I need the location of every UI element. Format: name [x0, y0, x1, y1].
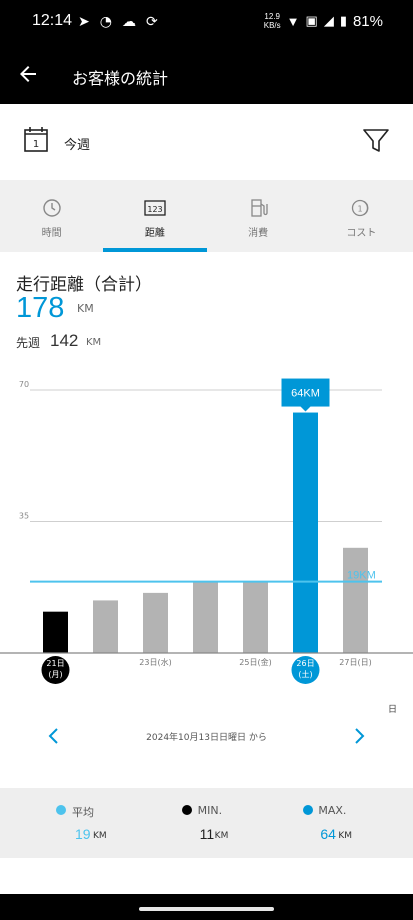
- chart-bar: [143, 592, 168, 653]
- chart-bar: [43, 611, 68, 653]
- network-speed: 12.9 KB/s: [264, 12, 281, 30]
- max-tooltip-pointer: [300, 406, 311, 412]
- volte-icon: ▣: [305, 13, 318, 28]
- total-distance-value: 178: [16, 292, 65, 324]
- speedometer-icon: ◔: [99, 14, 112, 30]
- tab-consumption-label: 消費: [248, 228, 269, 239]
- navigation-icon: ➤: [78, 14, 90, 30]
- stats-summary: 平均 19 KM MIN. 11 KM MAX. 64 KM: [0, 788, 413, 858]
- wifi-icon: ▼: [286, 13, 300, 29]
- battery-percent: 81%: [352, 12, 383, 30]
- page-title: お客様の統計: [72, 69, 169, 88]
- last-week-unit: KM: [86, 337, 102, 348]
- stat-average-unit: KM: [93, 831, 107, 841]
- home-gesture-handle[interactable]: [139, 907, 274, 911]
- status-bar: 12:14 ➤ ◔ ☁ ⟳ 12.9 KB/s ▼ ▣ ◢ ▮ 81%: [0, 0, 413, 46]
- calendar-day: 1: [33, 139, 39, 150]
- filter-icon[interactable]: [363, 128, 389, 154]
- chevron-right-icon[interactable]: [347, 724, 371, 748]
- distance-bar-chart: 70 35 21日 (月) 23日(水) 25日(金) 26日 (土) 27日(日) 19KM 64…: [0, 374, 413, 694]
- tab-time[interactable]: 時間: [0, 180, 103, 252]
- total-distance-unit: KM: [77, 302, 94, 315]
- tab-cost-label: コスト: [346, 228, 377, 239]
- stat-average: 平均 19 KM: [0, 788, 138, 858]
- network-speed-unit: KB/s: [263, 21, 281, 30]
- odometer-icon: 123: [144, 200, 166, 216]
- x-tick-label: 27日(日): [339, 658, 371, 667]
- average-dot-icon: [56, 805, 66, 815]
- clock-icon: [42, 199, 61, 217]
- tab-distance-label: 距離: [144, 228, 165, 239]
- min-dot-icon: [181, 805, 192, 815]
- x-tick-label: (土): [298, 669, 312, 679]
- stat-max-unit: KM: [338, 831, 353, 841]
- calendar-icon: 1: [24, 127, 48, 152]
- signal-icon: ◢: [323, 13, 334, 28]
- app-bar: お客様の統計: [0, 46, 413, 104]
- last-week-label: 先週: [16, 336, 41, 350]
- back-arrow-icon[interactable]: [16, 62, 40, 86]
- svg-text:1: 1: [358, 205, 363, 214]
- stat-min: MIN. 11 KM: [138, 788, 276, 858]
- tab-time-label: 時間: [41, 228, 62, 239]
- svg-text:123: 123: [147, 205, 162, 214]
- stat-max: MAX. 64 KM: [275, 788, 413, 858]
- stats-tabs: 時間 123 距離 消費 1 コスト: [0, 180, 413, 252]
- chart-bar: [93, 600, 118, 653]
- tab-consumption[interactable]: 消費: [207, 180, 310, 252]
- chart-bar: [343, 547, 368, 653]
- coin-icon: 1: [352, 199, 369, 217]
- stat-min-value: 11: [199, 826, 215, 842]
- y-tick-label: 35: [19, 512, 29, 521]
- chart-bar: [193, 581, 218, 653]
- y-tick-label: 70: [19, 380, 29, 389]
- x-tick-label: 23日(水): [139, 657, 171, 667]
- period-selector[interactable]: 1 今週: [0, 104, 413, 180]
- system-nav-bar: [0, 894, 413, 920]
- x-tick-label: 25日(金): [239, 657, 271, 667]
- status-time: 12:14: [32, 12, 73, 29]
- status-notification-icons: ➤ ◔ ☁ ⟳: [78, 14, 158, 30]
- stat-max-label: MAX.: [318, 804, 347, 817]
- sync-icon: ⟳: [145, 14, 158, 30]
- last-week-value: 142: [50, 331, 79, 350]
- date-navigator: 2024年10月13日日曜日 から: [0, 718, 413, 754]
- max-tooltip-label: 64KM: [291, 388, 320, 400]
- axis-unit-hint: 日: [387, 705, 397, 715]
- x-tick-label: (月): [48, 670, 62, 679]
- x-tick-label: 26日: [296, 659, 314, 668]
- battery-icon: ▮: [339, 13, 347, 28]
- stat-average-label: 平均: [72, 806, 94, 819]
- chart-bar: [243, 581, 268, 653]
- period-label: 今週: [64, 138, 91, 153]
- x-tick-label: 21日: [46, 659, 64, 668]
- network-speed-value: 12.9: [264, 12, 280, 21]
- stat-min-label: MIN.: [197, 804, 223, 817]
- tab-cost[interactable]: 1 コスト: [310, 180, 413, 252]
- status-right: 12.9 KB/s ▼ ▣ ◢ ▮ 81%: [264, 12, 383, 30]
- fuel-icon: [251, 199, 268, 217]
- chart-svg: 70 35 21日 (月) 23日(水) 25日(金) 26日(土) 27日(日) 19KM 64…: [0, 378, 413, 684]
- stat-min-unit: KM: [214, 831, 229, 841]
- content: 1 今週 時間 123 距離 消費 1 コスト 走行距離（合計） 178 KM …: [0, 104, 413, 894]
- chart-bar: [293, 412, 318, 653]
- stat-max-value: 64: [320, 826, 336, 842]
- average-line-label: 19KM: [347, 570, 376, 582]
- stat-average-value: 19: [75, 826, 91, 842]
- tab-distance[interactable]: 123 距離: [103, 180, 207, 252]
- cloud-icon: ☁: [121, 14, 136, 30]
- max-dot-icon: [303, 805, 314, 815]
